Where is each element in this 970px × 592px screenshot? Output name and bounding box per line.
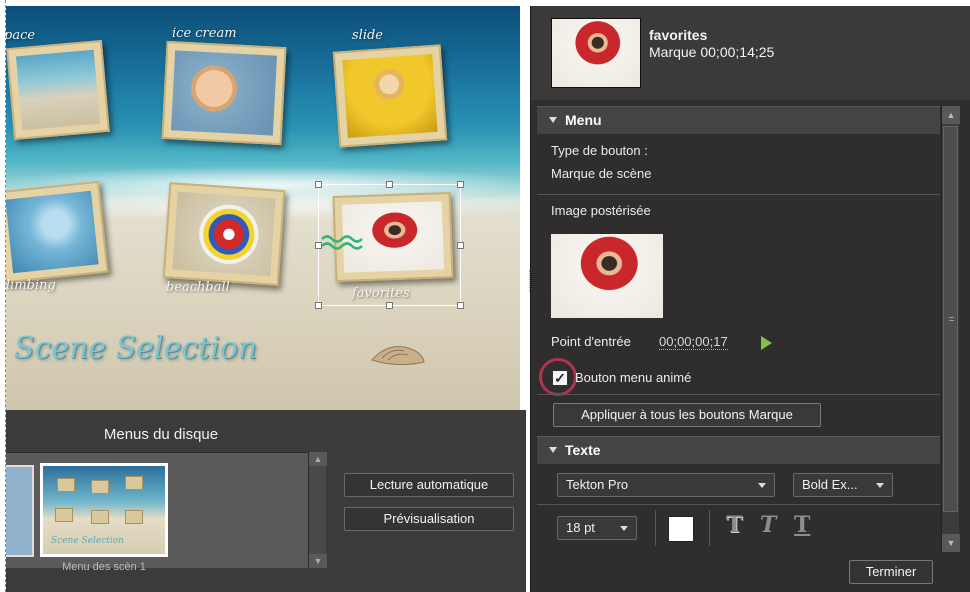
menu-section-title: Menu <box>565 112 602 128</box>
photo-button-slide[interactable] <box>332 44 448 148</box>
font-family-value: Tekton Pro <box>566 477 629 492</box>
properties-scrollbar[interactable]: ▲ ▼ <box>941 106 960 552</box>
photo-label-space: pace <box>6 28 36 43</box>
text-section-header[interactable]: Texte <box>537 436 940 464</box>
button-type-label: Type de bouton : <box>551 143 648 158</box>
animated-button-label: Bouton menu animé <box>575 370 692 385</box>
text-style-italic-icon[interactable]: T <box>760 512 776 538</box>
menu-thumbnail-previous[interactable] <box>6 465 34 557</box>
text-style-underline-icon[interactable]: T <box>794 512 810 538</box>
scroll-up-arrow[interactable]: ▲ <box>942 106 960 124</box>
photo-label-beachball: beachball <box>166 280 230 295</box>
photo-image <box>172 191 276 277</box>
disc-menus-title: Menus du disque <box>103 426 219 443</box>
selection-box[interactable] <box>315 181 464 309</box>
photo-image <box>342 53 438 139</box>
photo-image <box>15 49 101 131</box>
divider <box>709 510 710 546</box>
photo-label-ice-cream: ice cream <box>172 26 237 41</box>
collapse-triangle-icon <box>549 447 557 454</box>
in-point-label: Point d'entrée <box>551 334 631 349</box>
font-size-value: 18 pt <box>566 520 595 535</box>
selected-item-marker: Marque 00;00;14;25 <box>649 44 775 60</box>
properties-header: favorites Marque 00;00;14;25 <box>531 6 970 100</box>
apply-to-all-markers-button[interactable]: Appliquer à tous les boutons Marque <box>553 403 821 427</box>
thumbnail-scrollbar[interactable]: ▲ ▼ <box>308 452 327 568</box>
chevron-down-icon <box>758 483 766 488</box>
photo-image <box>170 50 278 136</box>
scrollbar-thumb[interactable] <box>943 126 958 512</box>
scroll-down-arrow[interactable]: ▼ <box>942 534 960 552</box>
menu-thumbnail-strip[interactable]: Scene Selection Menu des scèn 1 <box>6 452 308 573</box>
text-style-shadow-icon[interactable]: T <box>726 512 742 538</box>
resize-handle[interactable] <box>386 181 393 188</box>
menu-thumbnail-caption: Menu des scèn 1 <box>62 561 146 573</box>
seashell-icon <box>371 346 425 366</box>
photo-label-climbing: limbing <box>6 278 56 293</box>
photo-button-ice-cream[interactable] <box>161 40 287 146</box>
poster-image[interactable] <box>551 234 663 318</box>
divider <box>655 510 656 546</box>
play-icon[interactable] <box>761 336 772 350</box>
resize-handle[interactable] <box>386 302 393 309</box>
thumbnail-scene-title: Scene Selection <box>51 536 124 546</box>
selected-item-thumbnail <box>551 18 641 88</box>
resize-handle[interactable] <box>457 302 464 309</box>
poster-image-label: Image postérisée <box>551 203 651 218</box>
scroll-down-arrow[interactable]: ▼ <box>309 554 327 568</box>
selected-item-name: favorites <box>649 27 708 43</box>
scroll-up-arrow[interactable]: ▲ <box>309 452 327 466</box>
photo-label-slide: slide <box>352 28 384 43</box>
photo-button-climbing[interactable] <box>6 180 109 284</box>
font-size-dropdown[interactable]: 18 pt <box>557 516 637 540</box>
resize-handle[interactable] <box>315 242 322 249</box>
in-point-timecode[interactable]: 00;00;00;17 <box>659 334 728 350</box>
disc-menus-panel: Menus du disque Scene Selection Menu des… <box>6 410 526 592</box>
preview-button[interactable]: Prévisualisation <box>344 507 514 531</box>
photo-button-space[interactable] <box>6 39 110 141</box>
font-style-dropdown[interactable]: Bold Ex... <box>793 473 893 497</box>
scene-selection-title: Scene Selection <box>14 331 258 366</box>
photo-button-beachball[interactable] <box>162 182 286 286</box>
resize-handle[interactable] <box>457 242 464 249</box>
collapse-triangle-icon <box>549 117 557 124</box>
text-color-swatch[interactable] <box>668 516 694 542</box>
chevron-down-icon <box>620 526 628 531</box>
divider <box>537 394 940 395</box>
chevron-down-icon <box>876 483 884 488</box>
menu-thumbnail-selected[interactable]: Scene Selection <box>40 463 168 557</box>
menu-preview-canvas[interactable]: pace ice cream slide limbing beachball f… <box>6 6 520 410</box>
menu-section-header[interactable]: Menu <box>537 106 940 134</box>
text-section-title: Texte <box>565 442 601 458</box>
font-family-dropdown[interactable]: Tekton Pro <box>557 473 775 497</box>
autoplay-button[interactable]: Lecture automatique <box>344 473 514 497</box>
button-type-value: Marque de scène <box>551 166 652 181</box>
animated-button-checkbox[interactable]: ✓ <box>552 370 568 386</box>
resize-handle[interactable] <box>457 181 464 188</box>
done-button[interactable]: Terminer <box>849 560 933 584</box>
font-style-value: Bold Ex... <box>802 477 858 492</box>
properties-panel: favorites Marque 00;00;14;25 Menu Type d… <box>530 6 970 592</box>
resize-handle[interactable] <box>315 302 322 309</box>
photo-image <box>6 190 99 274</box>
divider <box>537 194 940 195</box>
resize-handle[interactable] <box>315 181 322 188</box>
divider <box>537 504 940 505</box>
